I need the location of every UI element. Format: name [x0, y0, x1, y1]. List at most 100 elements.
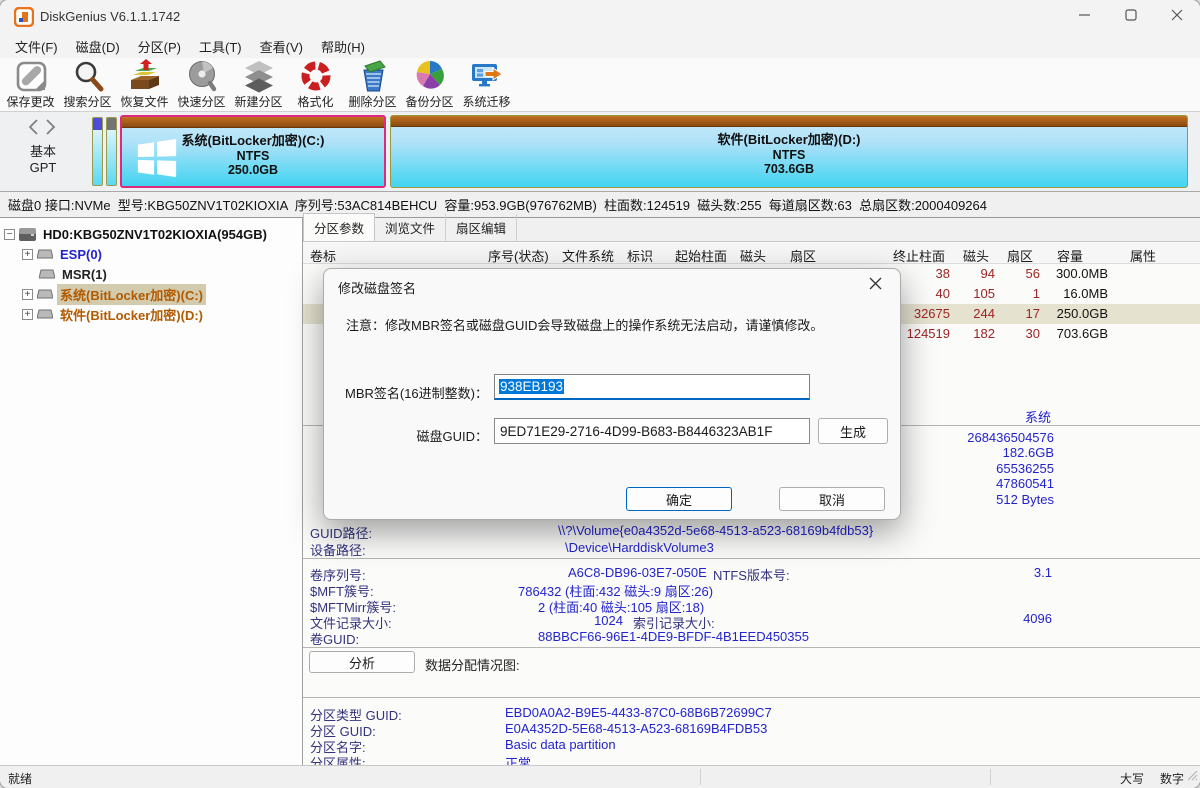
status-bar: 就绪 大写 数字 — [0, 765, 1200, 788]
col-end-sector[interactable]: 扇区 — [1007, 246, 1033, 265]
col-filesystem[interactable]: 文件系统 — [562, 246, 614, 265]
collapse-icon[interactable]: − — [4, 229, 15, 240]
device-path-value: \Device\HarddiskVolume3 — [565, 540, 714, 555]
nav-arrows-icon[interactable] — [0, 118, 86, 141]
dialog-close-button[interactable] — [864, 276, 886, 296]
capacity-cell: 703.6GB — [1008, 326, 1108, 341]
new-partition-button[interactable]: 新建分区 — [230, 59, 287, 111]
dialog-title: 修改磁盘签名 — [338, 278, 416, 297]
partition-icon — [37, 249, 53, 259]
menu-partition[interactable]: 分区(P) — [129, 34, 190, 59]
partition-nav: 基本 GPT — [0, 112, 86, 191]
expand-icon[interactable]: + — [22, 249, 33, 260]
disk-icon — [19, 228, 36, 241]
tree-item-msr[interactable]: MSR(1) — [0, 264, 302, 284]
title-bar: DiskGenius V6.1.1.1742 — [0, 0, 1200, 34]
file-record-size-value: 1024 — [563, 613, 623, 628]
col-end-head[interactable]: 磁头 — [963, 246, 989, 265]
close-button[interactable] — [1154, 0, 1200, 34]
tree-item-label: 软件(BitLocker加密)(D:) — [57, 304, 206, 325]
expand-icon[interactable]: + — [22, 309, 33, 320]
partition-type-guid-value: EBD0A0A2-B9E5-4433-87C0-68B6B72699C7 — [505, 705, 772, 720]
col-attribute[interactable]: 属性 — [1130, 246, 1156, 265]
close-icon — [1171, 8, 1183, 26]
tab-partition-params[interactable]: 分区参数 — [303, 213, 375, 241]
dialog-warning-text: 注意：修改MBR签名或磁盘GUID会导致磁盘上的操作系统无法启动，请谨慎修改。 — [346, 315, 823, 334]
col-flag[interactable]: 标识 — [627, 246, 653, 265]
partition-icon — [39, 269, 55, 279]
quick-partition-icon — [185, 59, 219, 93]
mbr-signature-input[interactable]: 938EB193 — [494, 374, 810, 400]
disk-guid-label: 磁盘GUID： — [324, 426, 488, 445]
menu-view[interactable]: 查看(V) — [251, 34, 312, 59]
search-icon — [71, 59, 105, 93]
generate-button[interactable]: 生成 — [818, 418, 888, 444]
menu-file[interactable]: 文件(F) — [6, 34, 67, 59]
menu-disk[interactable]: 磁盘(D) — [67, 34, 129, 59]
partition-block-d[interactable]: 软件(BitLocker加密)(D:) NTFS 703.6GB — [390, 115, 1188, 188]
end-head-cell: 105 — [950, 286, 995, 301]
partition-block-c[interactable]: 系统(BitLocker加密)(C:) NTFS 250.0GB — [120, 115, 386, 188]
menu-help[interactable]: 帮助(H) — [312, 34, 374, 59]
col-end-cyl[interactable]: 终止柱面 — [893, 246, 945, 265]
partition-map: 基本 GPT 系统(BitLocker加密)(C:) NTFS 250.0GB … — [0, 112, 1200, 192]
partition-strip-esp[interactable] — [92, 117, 103, 186]
volume-guid-label: 卷GUID: — [310, 629, 359, 648]
col-start-cyl[interactable]: 起始柱面 — [675, 246, 727, 265]
diskgenius-window: DiskGenius V6.1.1.1742 文件(F) 磁盘(D) 分区(P)… — [0, 0, 1200, 788]
tree-item-software-d[interactable]: + 软件(BitLocker加密)(D:) — [0, 304, 302, 324]
backup-partition-button[interactable]: 备份分区 — [401, 59, 458, 111]
save-icon — [14, 59, 48, 93]
tab-browse-files[interactable]: 浏览文件 — [375, 214, 446, 241]
tree-item-system-c[interactable]: + 系统(BitLocker加密)(C:) — [0, 284, 302, 304]
tab-sector-edit[interactable]: 扇区编辑 — [446, 214, 517, 241]
tree-item-disk-root[interactable]: − HD0:KBG50ZNV1T02KIOXIA(954GB) — [0, 224, 302, 244]
quick-partition-button[interactable]: 快速分区 — [173, 59, 230, 111]
divider — [303, 558, 1200, 559]
cancel-button[interactable]: 取消 — [779, 487, 885, 511]
tree-item-label: MSR(1) — [59, 266, 110, 283]
volume-serial-value: A6C8-DB96-03E7-050E — [568, 565, 707, 580]
capacity-cell: 16.0MB — [1008, 286, 1108, 301]
expand-icon[interactable]: + — [22, 289, 33, 300]
stats-column-header: 系统 — [1025, 407, 1051, 426]
partition-fs: NTFS — [122, 149, 384, 163]
tree-item-label: 系统(BitLocker加密)(C:) — [57, 284, 206, 305]
new-partition-icon — [242, 59, 276, 93]
resize-grip[interactable] — [1188, 768, 1198, 786]
ok-button[interactable]: 确定 — [626, 487, 732, 511]
menu-tools[interactable]: 工具(T) — [190, 34, 251, 59]
allocation-map-label: 数据分配情况图: — [425, 655, 520, 674]
col-volume-label[interactable]: 卷标 — [310, 246, 336, 265]
partition-tree: − HD0:KBG50ZNV1T02KIOXIA(954GB) + ESP(0)… — [0, 218, 303, 765]
disk-guid-input[interactable] — [494, 418, 810, 444]
save-changes-button[interactable]: 保存更改 — [2, 59, 59, 111]
maximize-button[interactable] — [1108, 0, 1154, 34]
col-capacity[interactable]: 容量 — [1057, 246, 1083, 265]
format-button[interactable]: 格式化 — [287, 59, 344, 111]
disk-info-bar: 磁盘0 接口:NVMe 型号:KBG50ZNV1T02KIOXIA 序列号:53… — [0, 192, 1200, 218]
analyze-button[interactable]: 分析 — [309, 651, 415, 673]
partition-strip-msr[interactable] — [106, 117, 117, 186]
tree-item-label: ESP(0) — [57, 246, 105, 263]
delete-partition-button[interactable]: 删除分区 — [344, 59, 401, 111]
col-index-status[interactable]: 序号(状态) — [488, 246, 549, 265]
capacity-cell: 250.0GB — [1008, 306, 1108, 321]
device-path-label: 设备路径: — [310, 540, 366, 559]
end-head-cell: 244 — [950, 306, 995, 321]
minimize-button[interactable] — [1062, 0, 1108, 34]
close-icon — [869, 277, 882, 295]
divider — [303, 647, 1200, 648]
format-icon — [299, 59, 333, 93]
status-divider — [700, 769, 701, 785]
tree-root-label: HD0:KBG50ZNV1T02KIOXIA(954GB) — [40, 226, 270, 243]
index-record-size-value: 4096 — [903, 611, 1052, 626]
col-start-head[interactable]: 磁头 — [740, 246, 766, 265]
recover-files-button[interactable]: 恢复文件 — [116, 59, 173, 111]
system-migrate-button[interactable]: 系统迁移 — [458, 59, 515, 111]
col-start-sector[interactable]: 扇区 — [790, 246, 816, 265]
search-partition-button[interactable]: 搜索分区 — [59, 59, 116, 111]
tree-item-esp[interactable]: + ESP(0) — [0, 244, 302, 264]
recover-files-icon — [128, 59, 162, 93]
system-migrate-icon — [470, 59, 504, 93]
